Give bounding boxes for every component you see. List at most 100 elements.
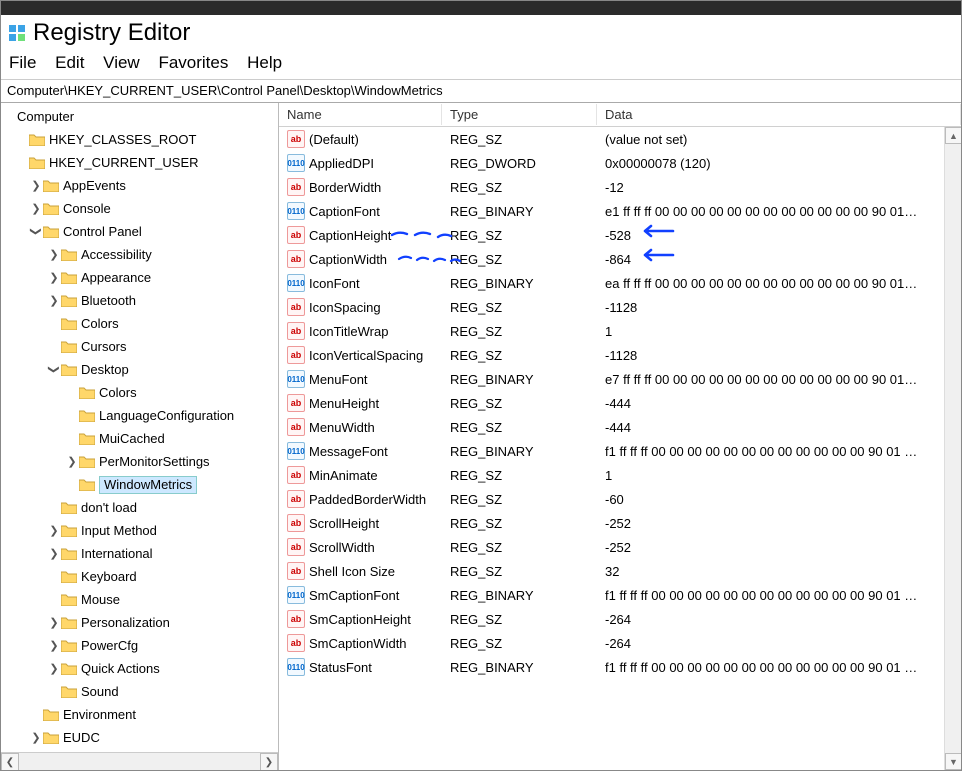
scroll-up-icon[interactable]: ▲ bbox=[945, 127, 961, 144]
tree-dontload[interactable]: don't load bbox=[1, 496, 278, 519]
value-type: REG_SZ bbox=[442, 492, 597, 507]
chevron-down-icon[interactable]: ❯ bbox=[48, 363, 61, 377]
tree-appearance[interactable]: ❯Appearance bbox=[1, 266, 278, 289]
value-row[interactable]: abSmCaptionHeightREG_SZ-264 bbox=[279, 607, 961, 631]
tree-desktop[interactable]: ❯Desktop bbox=[1, 358, 278, 381]
tree-windowmetrics[interactable]: WindowMetrics bbox=[1, 473, 278, 496]
chevron-down-icon[interactable]: ❯ bbox=[30, 225, 43, 239]
tree-desktop-colors[interactable]: Colors bbox=[1, 381, 278, 404]
tree-root[interactable]: Computer bbox=[1, 105, 278, 128]
tree-label: Input Method bbox=[81, 523, 163, 538]
value-row[interactable]: abIconSpacingREG_SZ-1128 bbox=[279, 295, 961, 319]
regedit-icon bbox=[9, 25, 25, 41]
value-row[interactable]: 0110CaptionFontREG_BINARYe1 ff ff ff 00 … bbox=[279, 199, 961, 223]
value-row[interactable]: abPaddedBorderWidthREG_SZ-60 bbox=[279, 487, 961, 511]
tree-accessibility[interactable]: ❯Accessibility bbox=[1, 243, 278, 266]
tree-environment[interactable]: Environment bbox=[1, 703, 278, 726]
tree-powercfg[interactable]: ❯PowerCfg bbox=[1, 634, 278, 657]
main-body: Computer HKEY_CLASSES_ROOT HKEY_CURRENT_… bbox=[1, 103, 961, 770]
key-tree[interactable]: Computer HKEY_CLASSES_ROOT HKEY_CURRENT_… bbox=[1, 103, 279, 770]
tree-muicached[interactable]: MuiCached bbox=[1, 427, 278, 450]
tree-inputmethod[interactable]: ❯ Input Method bbox=[1, 519, 278, 542]
tree-personalization[interactable]: ❯Personalization bbox=[1, 611, 278, 634]
address-bar[interactable]: Computer\HKEY_CURRENT_USER\Control Panel… bbox=[1, 80, 961, 103]
tree-label: Colors bbox=[81, 316, 125, 331]
expander-icon[interactable]: ❯ bbox=[47, 662, 61, 675]
value-row[interactable]: abScrollHeightREG_SZ-252 bbox=[279, 511, 961, 535]
scroll-left-icon[interactable]: ❮ bbox=[1, 753, 19, 770]
value-row[interactable]: abMinAnimateREG_SZ1 bbox=[279, 463, 961, 487]
tree-cursors[interactable]: Cursors bbox=[1, 335, 278, 358]
menu-favorites[interactable]: Favorites bbox=[158, 53, 228, 72]
expander-icon[interactable]: ❯ bbox=[29, 731, 43, 744]
value-data: 32 bbox=[597, 564, 961, 579]
value-type: REG_DWORD bbox=[442, 156, 597, 171]
list-vscrollbar[interactable]: ▲ ▼ bbox=[944, 127, 961, 770]
column-data[interactable]: Data bbox=[597, 104, 961, 125]
tree-hkcu[interactable]: HKEY_CURRENT_USER bbox=[1, 151, 278, 174]
value-row[interactable]: abScrollWidthREG_SZ-252 bbox=[279, 535, 961, 559]
value-data: 1 bbox=[597, 324, 961, 339]
tree-label: PerMonitorSettings bbox=[99, 454, 216, 469]
column-type[interactable]: Type bbox=[442, 104, 597, 125]
value-row[interactable]: abMenuHeightREG_SZ-444 bbox=[279, 391, 961, 415]
expander-icon[interactable]: ❯ bbox=[65, 455, 79, 468]
expander-icon[interactable]: ❯ bbox=[47, 616, 61, 629]
value-name: MenuFont bbox=[309, 372, 368, 387]
folder-icon bbox=[61, 547, 77, 561]
tree-bluetooth[interactable]: ❯ Bluetooth bbox=[1, 289, 278, 312]
value-row[interactable]: 0110StatusFontREG_BINARYf1 ff ff ff 00 0… bbox=[279, 655, 961, 679]
string-value-icon: ab bbox=[287, 322, 305, 340]
value-name: SmCaptionFont bbox=[309, 588, 399, 603]
menu-view[interactable]: View bbox=[103, 53, 140, 72]
value-row[interactable]: abCaptionWidthREG_SZ-864 bbox=[279, 247, 961, 271]
scroll-down-icon[interactable]: ▼ bbox=[945, 753, 961, 770]
expander-icon[interactable]: ❯ bbox=[29, 179, 43, 192]
tree-console[interactable]: ❯ Console bbox=[1, 197, 278, 220]
expander-icon[interactable]: ❯ bbox=[29, 202, 43, 215]
tree-hkcr[interactable]: HKEY_CLASSES_ROOT bbox=[1, 128, 278, 151]
expander-icon[interactable]: ❯ bbox=[47, 639, 61, 652]
value-row[interactable]: 0110MessageFontREG_BINARYf1 ff ff ff 00 … bbox=[279, 439, 961, 463]
expander-icon[interactable]: ❯ bbox=[47, 547, 61, 560]
value-row[interactable]: abShell Icon SizeREG_SZ32 bbox=[279, 559, 961, 583]
tree-appevents[interactable]: ❯ AppEvents bbox=[1, 174, 278, 197]
tree-label: Bluetooth bbox=[81, 293, 142, 308]
tree-colors[interactable]: Colors bbox=[1, 312, 278, 335]
column-name[interactable]: Name bbox=[279, 104, 442, 125]
value-row[interactable]: abIconTitleWrapREG_SZ1 bbox=[279, 319, 961, 343]
tree-label: AppEvents bbox=[63, 178, 132, 193]
scroll-right-icon[interactable]: ❯ bbox=[260, 753, 278, 770]
value-type: REG_BINARY bbox=[442, 444, 597, 459]
value-row[interactable]: 0110IconFontREG_BINARYea ff ff ff 00 00 … bbox=[279, 271, 961, 295]
value-row[interactable]: ab(Default)REG_SZ(value not set) bbox=[279, 127, 961, 151]
menu-help[interactable]: Help bbox=[247, 53, 282, 72]
expander-icon[interactable]: ❯ bbox=[47, 524, 61, 537]
expander-icon[interactable]: ❯ bbox=[47, 248, 61, 261]
value-row[interactable]: abMenuWidthREG_SZ-444 bbox=[279, 415, 961, 439]
tree-eudc[interactable]: ❯EUDC bbox=[1, 726, 278, 749]
tree-controlpanel[interactable]: ❯ Control Panel bbox=[1, 220, 278, 243]
menu-file[interactable]: File bbox=[9, 53, 36, 72]
value-row[interactable]: 0110MenuFontREG_BINARYe7 ff ff ff 00 00 … bbox=[279, 367, 961, 391]
value-row[interactable]: abIconVerticalSpacingREG_SZ-1128 bbox=[279, 343, 961, 367]
tree-mouse[interactable]: Mouse bbox=[1, 588, 278, 611]
expander-icon[interactable]: ❯ bbox=[47, 294, 61, 307]
tree-international[interactable]: ❯International bbox=[1, 542, 278, 565]
tree-hscrollbar[interactable]: ❮ ❯ bbox=[1, 752, 278, 770]
value-name: MenuHeight bbox=[309, 396, 379, 411]
menu-edit[interactable]: Edit bbox=[55, 53, 84, 72]
list-body[interactable]: ab(Default)REG_SZ(value not set)0110Appl… bbox=[279, 127, 961, 770]
value-data: -60 bbox=[597, 492, 961, 507]
value-row[interactable]: abSmCaptionWidthREG_SZ-264 bbox=[279, 631, 961, 655]
expander-icon[interactable]: ❯ bbox=[47, 271, 61, 284]
value-row[interactable]: abBorderWidthREG_SZ-12 bbox=[279, 175, 961, 199]
value-row[interactable]: abCaptionHeightREG_SZ-528 bbox=[279, 223, 961, 247]
tree-languageconfiguration[interactable]: LanguageConfiguration bbox=[1, 404, 278, 427]
tree-quickactions[interactable]: ❯Quick Actions bbox=[1, 657, 278, 680]
value-row[interactable]: 0110SmCaptionFontREG_BINARYf1 ff ff ff 0… bbox=[279, 583, 961, 607]
tree-sound[interactable]: Sound bbox=[1, 680, 278, 703]
tree-keyboard[interactable]: Keyboard bbox=[1, 565, 278, 588]
tree-permonitorsettings[interactable]: ❯ PerMonitorSettings bbox=[1, 450, 278, 473]
value-row[interactable]: 0110AppliedDPIREG_DWORD0x00000078 (120) bbox=[279, 151, 961, 175]
